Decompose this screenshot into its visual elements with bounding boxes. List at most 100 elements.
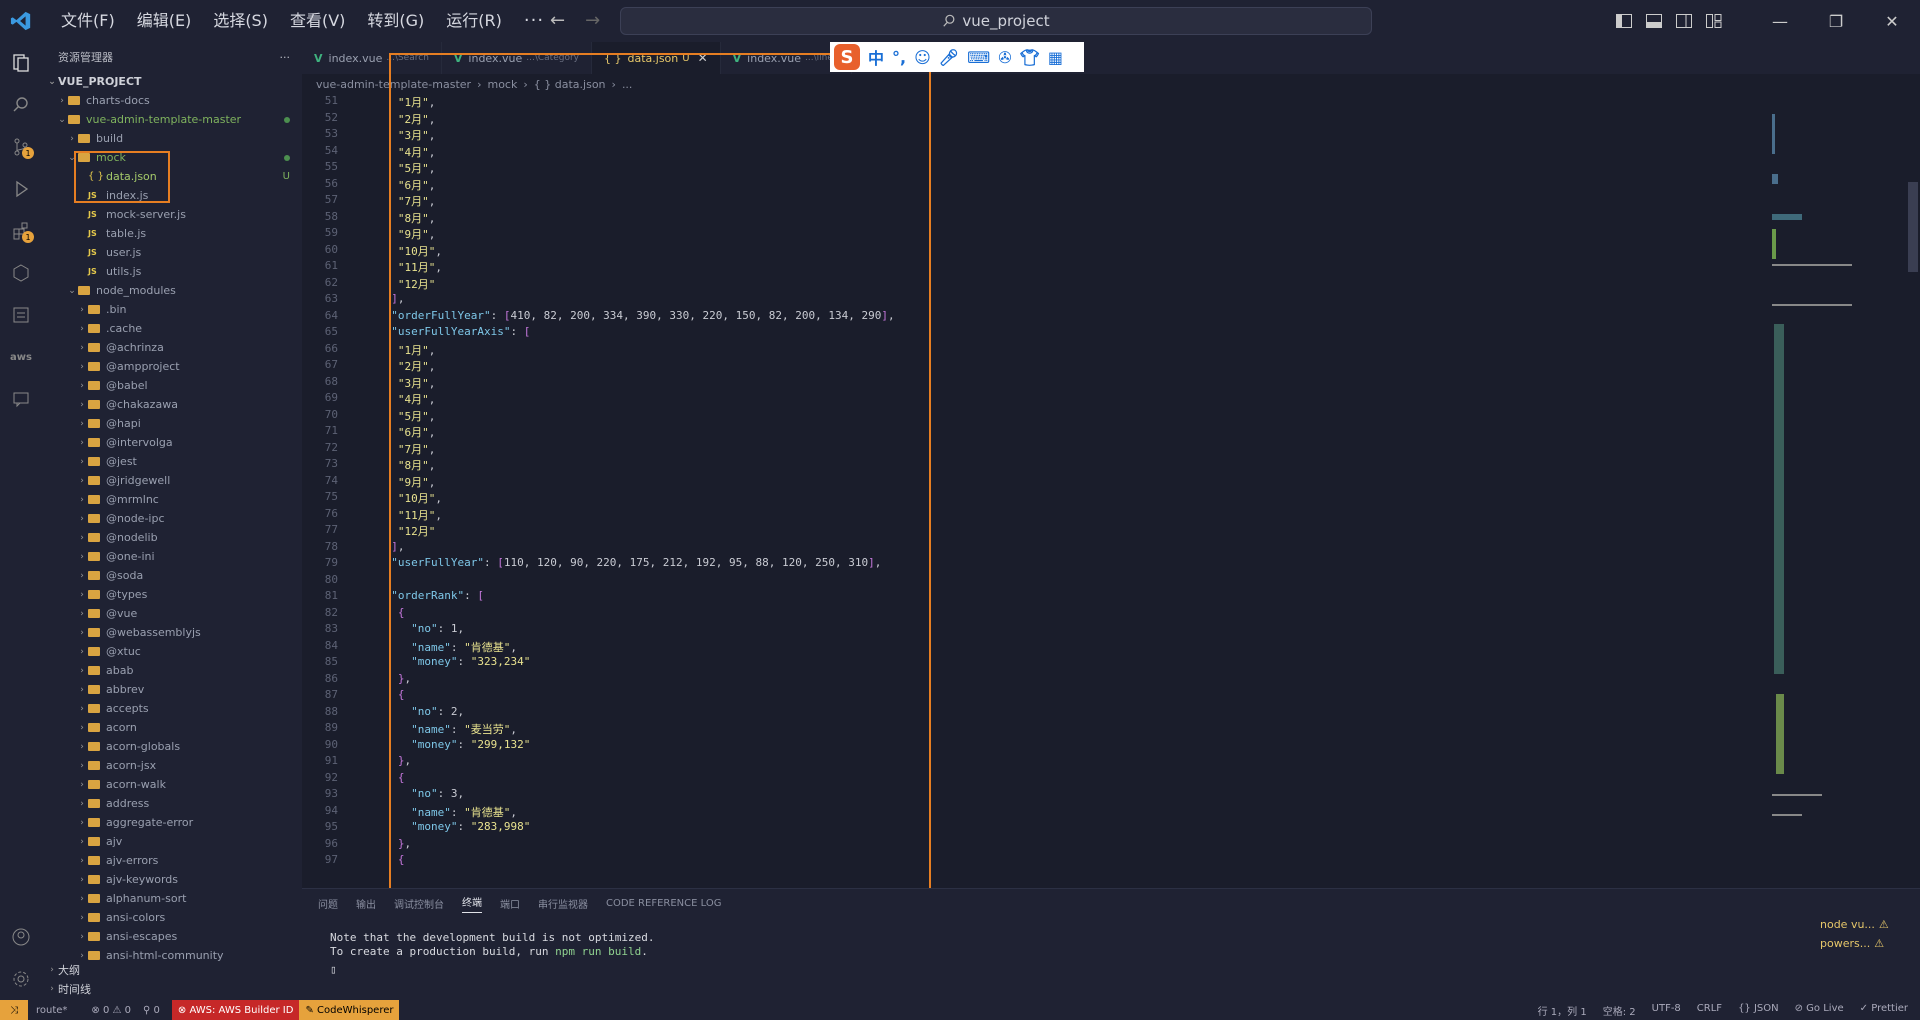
panel-tab-0[interactable]: 问题: [318, 896, 338, 911]
breadcrumb-item[interactable]: ...: [622, 78, 633, 91]
extensions-icon[interactable]: 1: [0, 210, 42, 252]
tree-item-36[interactable]: › acorn-walk: [42, 775, 302, 794]
tree-item-22[interactable]: › @node-ipc: [42, 509, 302, 528]
editor-tab-1[interactable]: Vindex.vue ...\Category: [442, 42, 592, 74]
tab-close-icon[interactable]: ✕: [698, 51, 708, 65]
tree-item-9[interactable]: JS utils.js: [42, 262, 302, 281]
tree-item-17[interactable]: › @hapi: [42, 414, 302, 433]
tree-item-18[interactable]: › @intervolga: [42, 433, 302, 452]
tree-item-37[interactable]: › address: [42, 794, 302, 813]
ime-punctuation-toggle[interactable]: °,: [892, 48, 906, 67]
sogou-logo-icon[interactable]: S: [834, 44, 860, 70]
code-editor[interactable]: 51 "1月", 52 "2月", 53 "3月", 54 "4月", 55 "5月",…: [302, 94, 1772, 870]
status-item-3[interactable]: CRLF: [1697, 1003, 1722, 1018]
tree-item-27[interactable]: › @vue: [42, 604, 302, 623]
aws-icon[interactable]: aws: [0, 336, 42, 378]
back-arrow-icon[interactable]: ←: [550, 10, 565, 31]
status-item-1[interactable]: 空格: 2: [1603, 1003, 1636, 1018]
terminal-instance-1[interactable]: powers... ⚠: [1820, 934, 1920, 953]
ime-language-toggle[interactable]: 中: [868, 45, 884, 69]
testing-icon[interactable]: [0, 294, 42, 336]
source-control-icon[interactable]: 1: [0, 126, 42, 168]
tree-item-33[interactable]: › acorn: [42, 718, 302, 737]
tree-item-8[interactable]: JS user.js: [42, 243, 302, 262]
tree-item-38[interactable]: › aggregate-error: [42, 813, 302, 832]
branch-status[interactable]: route*: [36, 1005, 67, 1016]
tree-item-6[interactable]: JS mock-server.js: [42, 205, 302, 224]
editor-tab-0[interactable]: Vindex.vue ...\Search: [302, 42, 442, 74]
ime-mic-icon[interactable]: 🎤︎: [939, 48, 959, 67]
menu-item-6[interactable]: ···: [513, 0, 555, 42]
tree-item-32[interactable]: › accepts: [42, 699, 302, 718]
tree-item-44[interactable]: › ansi-escapes: [42, 927, 302, 946]
command-center-search[interactable]: vue_project: [620, 7, 1372, 35]
panel-tab-4[interactable]: 端口: [500, 896, 520, 911]
close-button[interactable]: ✕: [1864, 12, 1920, 31]
toggle-secondary-sidebar-icon[interactable]: [1676, 14, 1692, 28]
status-item-0[interactable]: 行 1，列 1: [1538, 1003, 1587, 1018]
tree-item-24[interactable]: › @one-ini: [42, 547, 302, 566]
menu-item-0[interactable]: 文件(F): [50, 0, 126, 42]
project-root[interactable]: ⌄ VUE_PROJECT: [42, 72, 302, 91]
breadcrumb-item[interactable]: { } data.json: [534, 78, 606, 91]
tree-item-12[interactable]: › .cache: [42, 319, 302, 338]
panel-tab-6[interactable]: CODE REFERENCE LOG: [606, 898, 721, 909]
tree-item-13[interactable]: › @achrinza: [42, 338, 302, 357]
settings-gear-icon[interactable]: [0, 958, 42, 1000]
timeline-section[interactable]: › 时间线: [42, 979, 302, 998]
editor-scrollbar[interactable]: [1908, 182, 1918, 272]
ime-emoji-icon[interactable]: ☺: [914, 48, 931, 67]
tree-item-16[interactable]: › @chakazawa: [42, 395, 302, 414]
remote-explorer-icon[interactable]: [0, 252, 42, 294]
minimize-button[interactable]: —: [1752, 12, 1808, 31]
remote-indicator-icon[interactable]: ⤨: [0, 1000, 28, 1020]
tree-item-7[interactable]: JS table.js: [42, 224, 302, 243]
menu-item-5[interactable]: 运行(R): [435, 0, 513, 42]
panel-tab-2[interactable]: 调试控制台: [394, 896, 444, 911]
ports-status[interactable]: ⚲ 0: [143, 1005, 160, 1016]
tree-item-21[interactable]: › @mrmlnc: [42, 490, 302, 509]
tree-item-25[interactable]: › @soda: [42, 566, 302, 585]
customize-layout-icon[interactable]: [1706, 14, 1722, 28]
breadcrumb-item[interactable]: mock: [487, 78, 517, 91]
panel-tab-1[interactable]: 输出: [356, 896, 376, 911]
panel-tab-5[interactable]: 串行监视器: [538, 896, 588, 911]
tree-item-34[interactable]: › acorn-globals: [42, 737, 302, 756]
menu-item-1[interactable]: 编辑(E): [126, 0, 203, 42]
tree-item-19[interactable]: › @jest: [42, 452, 302, 471]
breadcrumb-item[interactable]: vue-admin-template-master: [316, 78, 471, 91]
ime-tools-icon[interactable]: ✇: [998, 48, 1011, 67]
tree-item-14[interactable]: › @ampproject: [42, 357, 302, 376]
menu-item-3[interactable]: 查看(V): [279, 0, 356, 42]
outline-section[interactable]: › 大纲: [42, 960, 302, 979]
forward-arrow-icon[interactable]: →: [585, 10, 600, 31]
status-item-4[interactable]: {} JSON: [1738, 1003, 1779, 1018]
tree-item-30[interactable]: › abab: [42, 661, 302, 680]
minimap[interactable]: [1762, 94, 1892, 870]
more-actions-icon[interactable]: ···: [280, 51, 291, 64]
menu-item-2[interactable]: 选择(S): [202, 0, 279, 42]
tree-item-42[interactable]: › alphanum-sort: [42, 889, 302, 908]
maximize-button[interactable]: ❐: [1808, 12, 1864, 31]
chat-icon[interactable]: [0, 378, 42, 420]
status-item-5[interactable]: ⊘ Go Live: [1795, 1003, 1844, 1018]
tree-item-20[interactable]: › @jridgewell: [42, 471, 302, 490]
run-debug-icon[interactable]: [0, 168, 42, 210]
terminal-output[interactable]: Note that the development build is not o…: [302, 917, 1920, 977]
terminal-instance-0[interactable]: node vu... ⚠: [1820, 915, 1920, 934]
tree-item-0[interactable]: › charts-docs: [42, 91, 302, 110]
ime-grid-icon[interactable]: ▦: [1048, 48, 1063, 67]
tree-item-39[interactable]: › ajv: [42, 832, 302, 851]
tree-item-15[interactable]: › @babel: [42, 376, 302, 395]
editor-tab-2[interactable]: { } data.json U ✕: [592, 42, 721, 74]
status-item-6[interactable]: ✓ Prettier: [1860, 1003, 1908, 1018]
aws-status[interactable]: ⊗ AWS: AWS Builder ID: [171, 1000, 300, 1020]
tree-item-26[interactable]: › @types: [42, 585, 302, 604]
problems-status[interactable]: ⊗ 0 ⚠ 0: [91, 1005, 131, 1016]
status-item-2[interactable]: UTF-8: [1652, 1003, 1681, 1018]
tree-item-23[interactable]: › @nodelib: [42, 528, 302, 547]
tree-item-1[interactable]: ⌄ vue-admin-template-master: [42, 110, 302, 129]
ime-keyboard-icon[interactable]: ⌨: [967, 48, 990, 67]
toggle-panel-icon[interactable]: [1646, 14, 1662, 28]
explorer-icon[interactable]: [0, 42, 42, 84]
